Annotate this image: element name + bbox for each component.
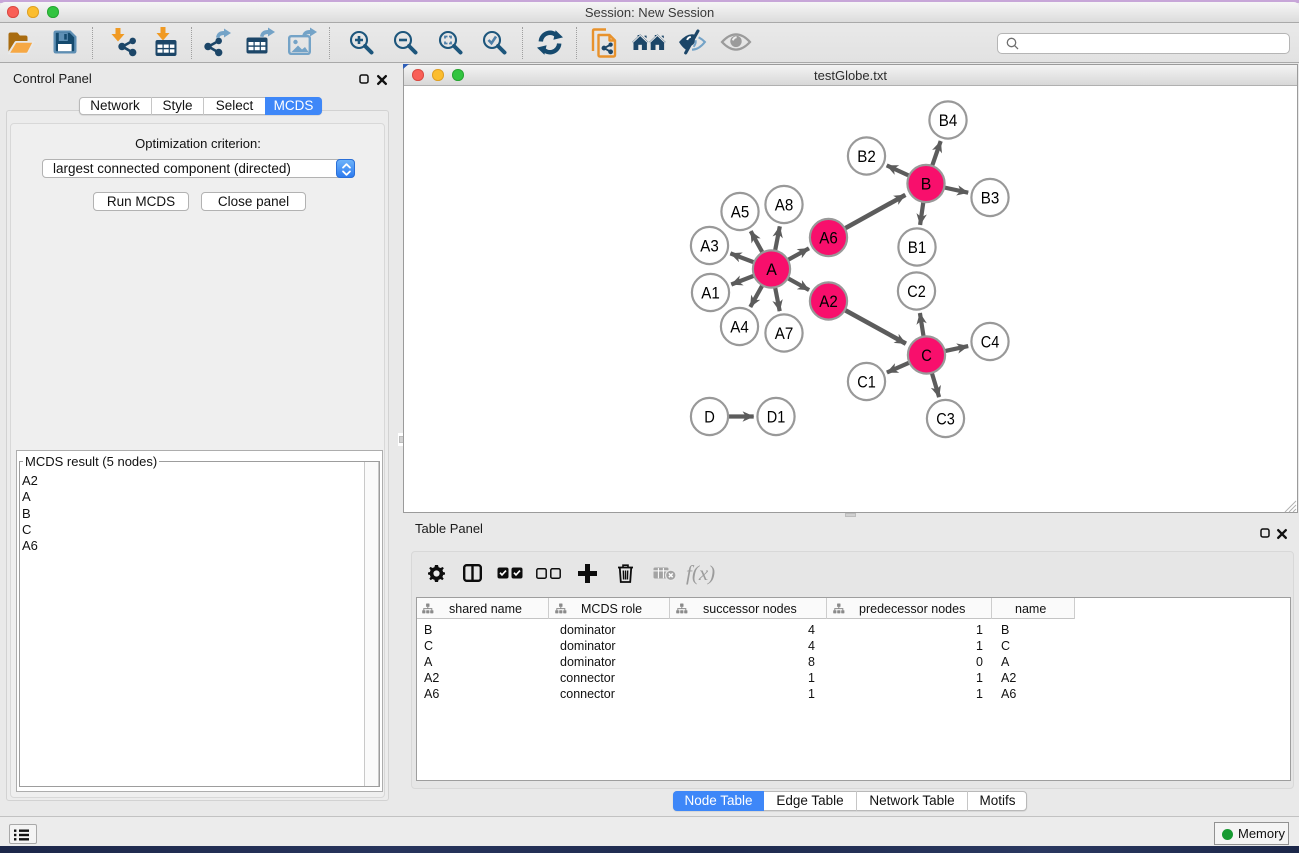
svg-text:A1: A1 [701, 284, 720, 303]
svg-text:C1: C1 [857, 373, 876, 392]
svg-text:A4: A4 [730, 318, 749, 337]
svg-text:C3: C3 [936, 410, 955, 429]
svg-text:A2: A2 [819, 292, 838, 311]
svg-text:C4: C4 [981, 333, 1000, 352]
svg-text:A6: A6 [819, 229, 838, 248]
svg-text:A3: A3 [700, 237, 719, 256]
svg-text:A5: A5 [731, 203, 750, 222]
svg-text:A: A [766, 260, 777, 279]
svg-text:B3: B3 [981, 189, 1000, 208]
svg-text:A8: A8 [775, 196, 794, 215]
svg-text:C: C [921, 346, 932, 365]
svg-text:A7: A7 [775, 324, 794, 343]
svg-text:B: B [921, 175, 932, 194]
svg-text:B4: B4 [939, 111, 958, 130]
svg-text:D: D [704, 408, 715, 427]
svg-text:B1: B1 [908, 238, 927, 257]
svg-text:C2: C2 [907, 282, 926, 301]
svg-text:D1: D1 [767, 408, 786, 427]
svg-text:B2: B2 [857, 147, 876, 166]
